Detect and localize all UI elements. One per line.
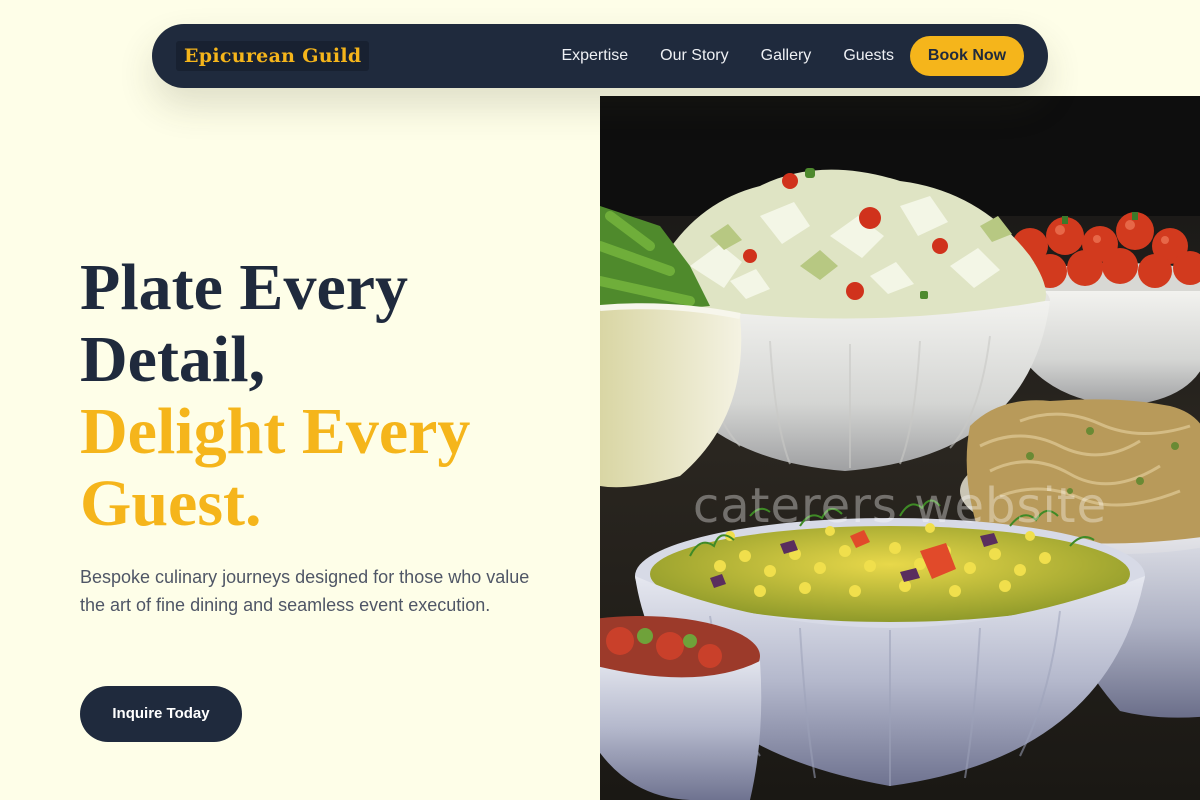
nav-link-guests[interactable]: Guests	[843, 47, 894, 65]
hero-title-accent-line: Delight Every	[80, 395, 471, 468]
hero-title-accent-line: Guest.	[80, 467, 262, 540]
nav-links: Expertise Our Story Gallery Guests	[561, 24, 894, 88]
brand-logo[interactable]: Epicurean Guild	[176, 41, 370, 71]
navbar: Epicurean Guild Expertise Our Story Gall…	[152, 24, 1048, 88]
hero-title-line: Detail,	[80, 323, 266, 396]
nav-link-gallery[interactable]: Gallery	[761, 47, 812, 65]
hero-image: caterers website	[600, 96, 1200, 800]
image-watermark: caterers website	[692, 478, 1108, 534]
nav-link-our-story[interactable]: Our Story	[660, 47, 728, 65]
nav-link-expertise[interactable]: Expertise	[561, 47, 628, 65]
book-now-button[interactable]: Book Now	[910, 36, 1024, 76]
hero-title-line: Plate Every	[80, 251, 409, 324]
inquire-today-button[interactable]: Inquire Today	[80, 686, 242, 742]
hero-description: Bespoke culinary journeys designed for t…	[80, 567, 530, 615]
hero-title: Plate Every Detail, Delight Every Guest.	[80, 252, 580, 540]
salad-bowls-illustration	[600, 96, 1200, 800]
